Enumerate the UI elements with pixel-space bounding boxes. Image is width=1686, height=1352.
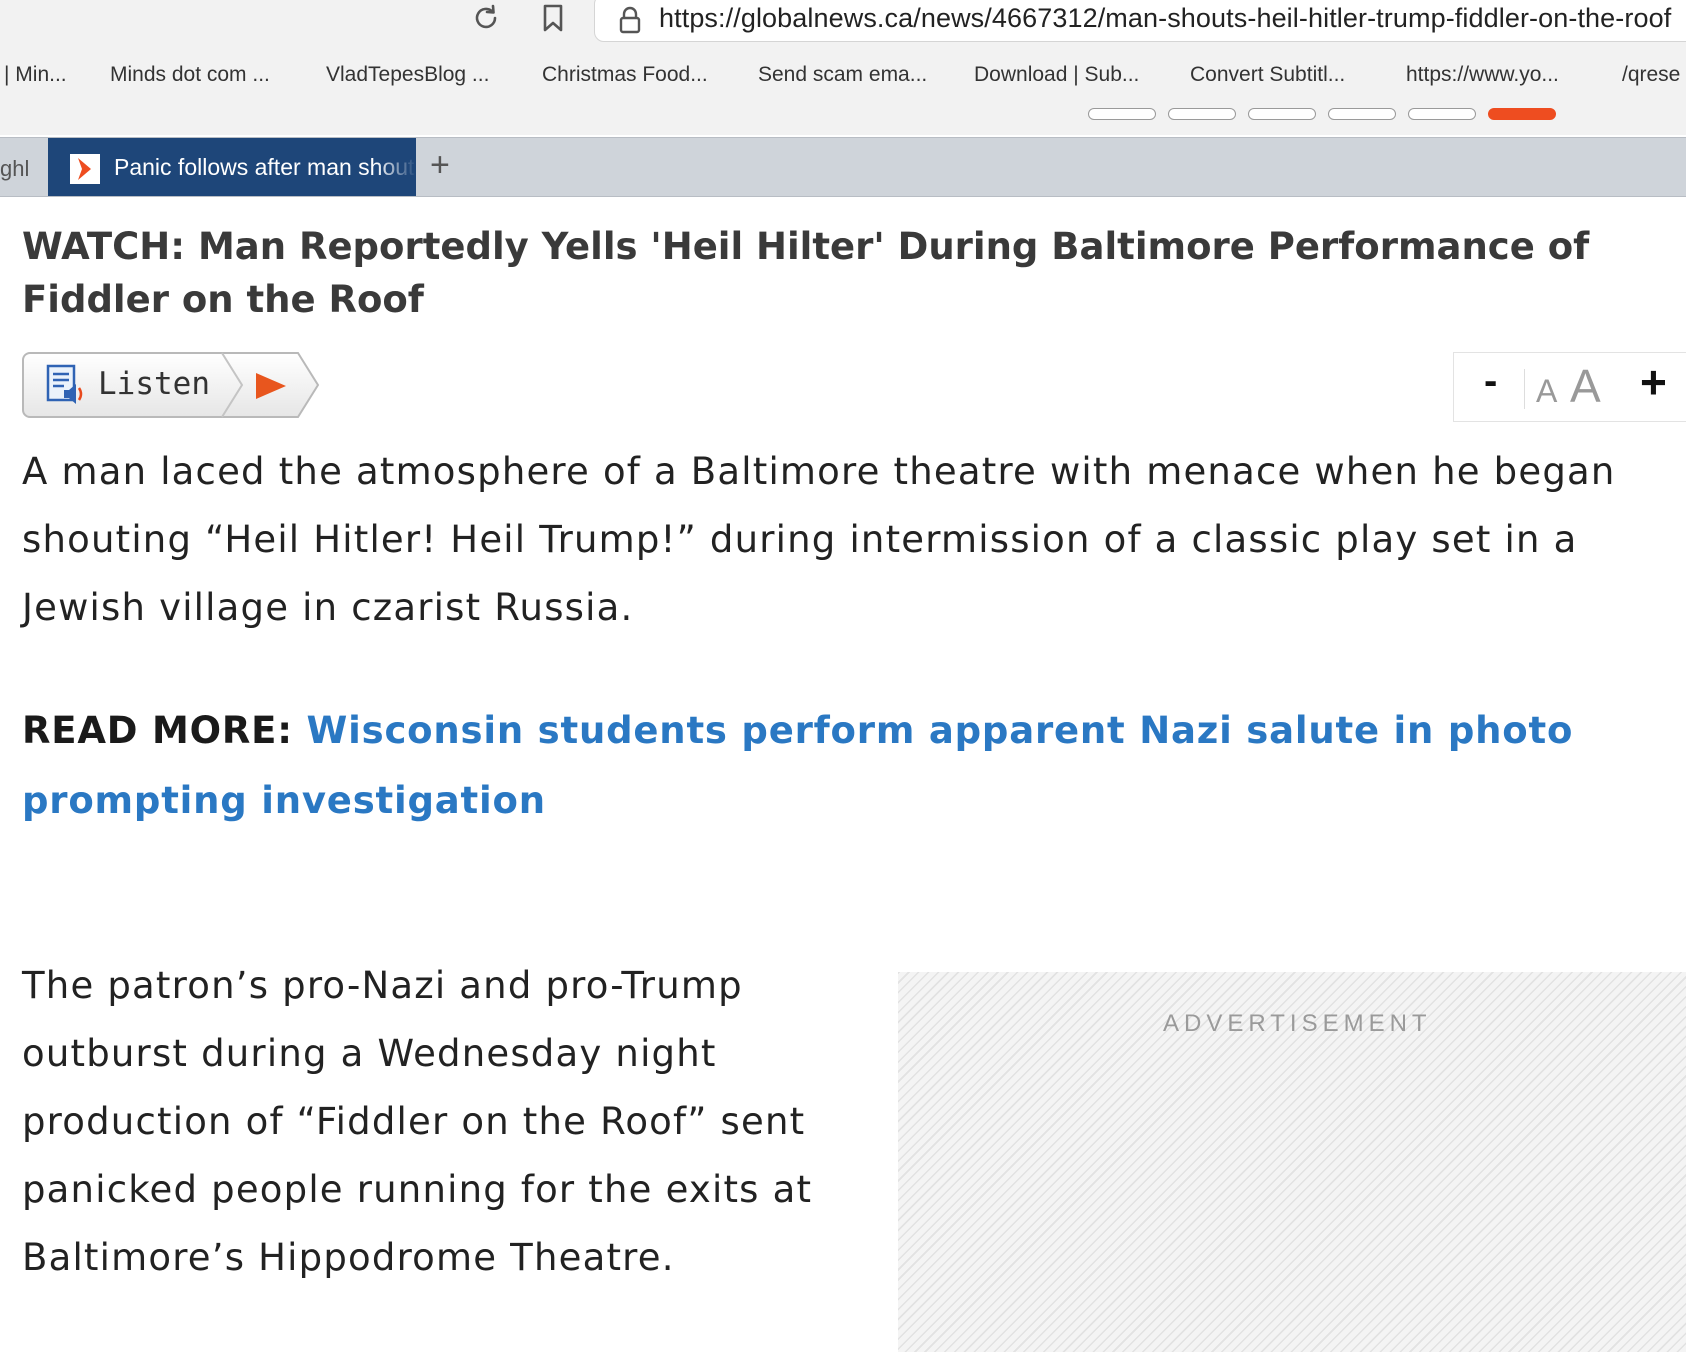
bookmark-page-indicator[interactable]	[1168, 108, 1236, 120]
bookmark-item[interactable]: Convert Subtitl...	[1190, 63, 1345, 87]
globalnews-favicon-icon	[70, 154, 100, 184]
bookmarks-bar: | Min... Minds dot com ... VladTepesBlog…	[0, 45, 1686, 135]
bookmark-item[interactable]: VladTepesBlog ...	[326, 63, 489, 87]
article-paragraph: The patron’s pro-Nazi and pro-Trump outb…	[22, 964, 813, 1279]
listen-label: Listen	[98, 366, 210, 402]
tab-title-fade	[376, 138, 416, 196]
bookmark-item[interactable]: Christmas Food...	[542, 63, 708, 87]
listen-button[interactable]: Listen	[22, 352, 320, 418]
bookmark-page-indicator[interactable]	[1408, 108, 1476, 120]
reload-icon[interactable]	[466, 0, 506, 36]
bookmark-page-indicator[interactable]	[1328, 108, 1396, 120]
tab-active[interactable]: Panic follows after man shouts	[48, 138, 416, 196]
large-font-icon[interactable]: A	[1570, 359, 1601, 413]
article-paragraph: A man laced the atmosphere of a Baltimor…	[22, 450, 1616, 629]
bookmark-page-indicator[interactable]	[1248, 108, 1316, 120]
url-text: https://globalnews.ca/news/4667312/man-s…	[659, 3, 1672, 33]
lock-icon	[617, 5, 643, 40]
address-bar[interactable]: https://globalnews.ca/news/4667312/man-s…	[594, 0, 1686, 42]
bookmark-page-indicator[interactable]	[1088, 108, 1156, 120]
bookmark-page-indicator-active[interactable]	[1488, 108, 1556, 120]
bookmark-item[interactable]: Send scam ema...	[758, 63, 927, 87]
new-tab-button[interactable]: +	[430, 146, 450, 185]
increase-font-button[interactable]: +	[1640, 355, 1667, 409]
listen-speaker-icon	[46, 364, 88, 411]
bookmark-item[interactable]: | Min...	[4, 63, 67, 87]
read-more: READ MORE: Wisconsin students perform ap…	[22, 696, 1582, 836]
article-headline: WATCH: Man Reportedly Yells 'Heil Hilter…	[22, 225, 1590, 321]
decrease-font-button[interactable]: -	[1484, 359, 1497, 404]
bookmark-item[interactable]: /qrese	[1622, 63, 1680, 87]
tab-title: Panic follows after man shouts	[114, 154, 416, 180]
advertisement-label: ADVERTISEMENT	[1163, 1010, 1432, 1037]
advertisement-slot[interactable]: ADVERTISEMENT	[898, 972, 1686, 1352]
tab-previous[interactable]: ghl	[0, 156, 29, 182]
bookmark-icon[interactable]	[533, 0, 573, 36]
play-icon[interactable]	[254, 371, 288, 406]
font-controls-divider	[1524, 369, 1525, 409]
browser-toolbar: https://globalnews.ca/news/4667312/man-s…	[0, 0, 1686, 45]
font-size-controls: - A A +	[1453, 352, 1686, 422]
read-more-label: READ MORE:	[22, 709, 293, 752]
bookmark-item[interactable]: Minds dot com ...	[110, 63, 270, 87]
bookmark-item[interactable]: Download | Sub...	[974, 63, 1139, 87]
small-font-icon[interactable]: A	[1536, 373, 1557, 410]
tab-bar: ghl Panic follows after man shouts +	[0, 137, 1686, 197]
bookmark-item[interactable]: https://www.yo...	[1406, 63, 1559, 87]
